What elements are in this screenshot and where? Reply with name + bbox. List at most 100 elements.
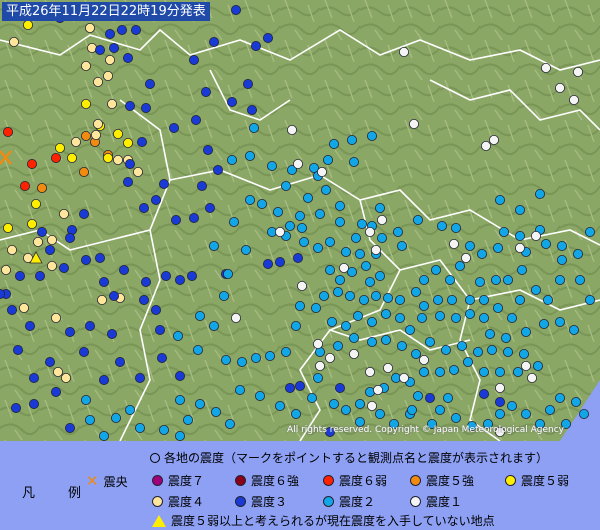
station-marker[interactable] — [51, 312, 62, 323]
station-marker[interactable] — [105, 28, 116, 39]
station-marker[interactable] — [364, 226, 375, 237]
station-marker[interactable] — [462, 356, 473, 367]
station-marker[interactable] — [404, 324, 415, 335]
station-marker[interactable] — [376, 232, 387, 243]
station-marker[interactable] — [334, 274, 345, 285]
station-marker[interactable] — [61, 372, 72, 383]
station-marker[interactable] — [374, 202, 385, 213]
station-marker[interactable] — [506, 400, 517, 411]
station-marker[interactable] — [539, 318, 550, 329]
station-marker[interactable] — [226, 154, 237, 165]
station-marker[interactable] — [210, 406, 221, 417]
station-marker[interactable] — [158, 178, 169, 189]
station-marker[interactable] — [434, 310, 445, 321]
station-marker[interactable] — [35, 270, 46, 281]
station-marker[interactable] — [569, 95, 580, 106]
station-marker[interactable] — [380, 334, 391, 345]
station-marker[interactable] — [67, 152, 78, 163]
station-marker[interactable] — [254, 390, 265, 401]
station-marker[interactable] — [262, 258, 273, 269]
station-marker[interactable] — [59, 262, 70, 273]
station-marker[interactable] — [370, 290, 381, 301]
station-marker[interactable] — [105, 55, 116, 66]
station-marker[interactable] — [274, 256, 285, 267]
station-marker[interactable] — [478, 312, 489, 323]
station-marker[interactable] — [478, 366, 489, 377]
station-marker[interactable] — [416, 312, 427, 323]
station-marker[interactable] — [204, 202, 215, 213]
station-marker[interactable] — [527, 372, 538, 383]
station-marker[interactable] — [398, 47, 409, 58]
station-marker[interactable] — [517, 264, 528, 275]
station-marker[interactable] — [312, 338, 323, 349]
station-marker[interactable] — [555, 274, 566, 285]
station-marker[interactable] — [382, 362, 393, 373]
station-marker[interactable] — [130, 24, 141, 35]
station-marker[interactable] — [244, 194, 255, 205]
station-marker[interactable] — [81, 99, 92, 110]
station-marker[interactable] — [440, 344, 451, 355]
station-marker[interactable] — [450, 312, 461, 323]
station-marker[interactable] — [236, 356, 247, 367]
station-marker[interactable] — [418, 274, 429, 285]
station-marker[interactable] — [408, 119, 419, 130]
station-marker[interactable] — [334, 382, 345, 393]
station-marker[interactable] — [436, 220, 447, 231]
station-marker[interactable] — [555, 83, 566, 94]
station-marker[interactable] — [418, 366, 429, 377]
station-marker[interactable] — [296, 222, 307, 233]
station-marker[interactable] — [117, 24, 128, 35]
station-marker[interactable] — [134, 422, 145, 433]
station-marker[interactable] — [392, 226, 403, 237]
station-marker[interactable] — [486, 344, 497, 355]
station-marker[interactable] — [432, 294, 443, 305]
station-marker[interactable] — [81, 394, 92, 405]
station-marker[interactable] — [194, 310, 205, 321]
station-marker[interactable] — [190, 115, 201, 126]
station-marker[interactable] — [81, 61, 92, 72]
station-marker[interactable] — [521, 360, 532, 371]
station-marker[interactable] — [294, 210, 305, 221]
station-marker[interactable] — [480, 140, 491, 151]
station-marker[interactable] — [448, 238, 459, 249]
station-marker[interactable] — [324, 236, 335, 247]
station-marker[interactable] — [555, 316, 566, 327]
station-marker[interactable] — [442, 392, 453, 403]
station-marker[interactable] — [262, 33, 273, 44]
station-marker[interactable] — [65, 232, 76, 243]
station-marker[interactable] — [174, 430, 185, 441]
station-marker[interactable] — [202, 144, 213, 155]
station-marker[interactable] — [99, 430, 110, 441]
station-marker[interactable] — [326, 316, 337, 327]
station-marker[interactable] — [103, 152, 114, 163]
station-marker[interactable] — [272, 206, 283, 217]
station-marker[interactable] — [464, 308, 475, 319]
station-marker[interactable] — [350, 232, 361, 243]
station-marker[interactable] — [312, 242, 323, 253]
station-marker[interactable] — [119, 264, 130, 275]
station-marker[interactable] — [476, 248, 487, 259]
station-marker[interactable] — [332, 340, 343, 351]
station-marker[interactable] — [585, 226, 596, 237]
station-marker[interactable] — [55, 142, 66, 153]
station-marker[interactable] — [328, 138, 339, 149]
station-marker[interactable] — [394, 312, 405, 323]
station-marker[interactable] — [264, 350, 275, 361]
station-marker[interactable] — [398, 372, 409, 383]
station-marker[interactable] — [494, 366, 505, 377]
station-marker[interactable] — [134, 372, 145, 383]
station-marker[interactable] — [296, 280, 307, 291]
station-marker[interactable] — [150, 304, 161, 315]
station-marker[interactable] — [294, 300, 305, 311]
station-marker[interactable] — [366, 130, 377, 141]
station-marker[interactable] — [18, 302, 29, 313]
station-marker[interactable] — [456, 340, 467, 351]
station-marker[interactable] — [454, 260, 465, 271]
station-marker[interactable] — [502, 346, 513, 357]
station-marker[interactable] — [450, 412, 461, 423]
station-marker[interactable] — [494, 396, 505, 407]
station-marker[interactable] — [515, 294, 526, 305]
station-marker[interactable] — [410, 348, 421, 359]
station-marker[interactable] — [430, 264, 441, 275]
station-marker[interactable] — [585, 294, 596, 305]
